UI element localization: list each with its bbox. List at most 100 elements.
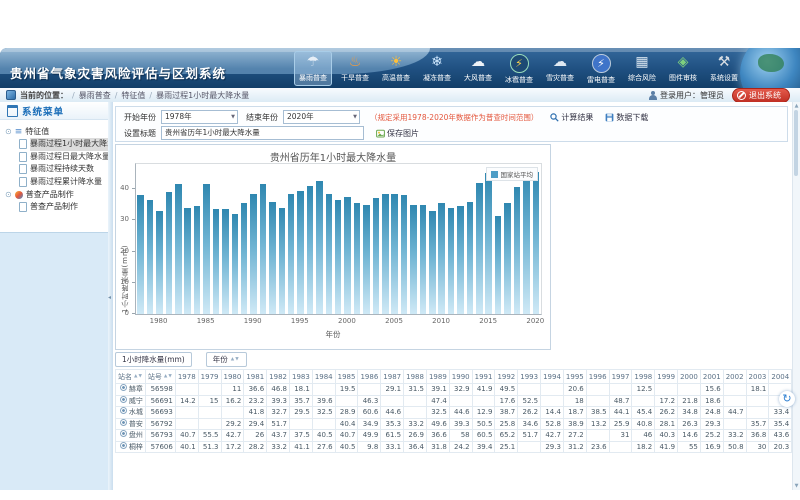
nav-item-system-settings[interactable]: ⚒系统设置 <box>706 51 742 86</box>
document-icon <box>19 152 27 162</box>
year-group-header[interactable]: 年份▲▼ <box>206 352 247 367</box>
vertical-scrollbar[interactable]: ▲ ▼ <box>792 102 800 490</box>
nav-item-high-temp[interactable]: ☀高温普查 <box>378 51 414 86</box>
year-header[interactable]: 2001 <box>700 370 723 384</box>
scroll-up-icon[interactable]: ▲ <box>793 103 800 109</box>
nav-item-rainstorm[interactable]: ☂暴雨普查 <box>294 51 332 86</box>
chart-panel: 贵州省历年1小时最大降水量 1小时降水量(mm) 010203040 19801… <box>115 144 551 350</box>
scrollbar-thumb[interactable] <box>794 110 798 176</box>
floating-refresh-icon[interactable]: ↻ <box>779 391 795 407</box>
year-header[interactable]: 1982 <box>267 370 290 384</box>
nav-item-hail[interactable]: ⚡冰雹普查 <box>501 51 537 86</box>
document-icon <box>19 139 27 149</box>
year-header[interactable]: 2004 <box>769 370 792 384</box>
station-radio-icon[interactable] <box>120 419 127 426</box>
sort-icons[interactable]: ▲▼ <box>231 357 240 362</box>
nav-item-lightning[interactable]: ⚡雷电普查 <box>583 51 619 86</box>
station-radio-icon[interactable] <box>120 430 127 437</box>
chart-bar <box>166 192 173 314</box>
year-header[interactable]: 1989 <box>426 370 449 384</box>
year-header[interactable]: 1988 <box>404 370 427 384</box>
year-header[interactable]: 1990 <box>449 370 472 384</box>
year-header[interactable]: 1979 <box>198 370 221 384</box>
logout-button[interactable]: 退出系统 <box>732 88 790 103</box>
tree-children: 普查产品制作 <box>5 201 108 214</box>
nav-item-gale[interactable]: ☁大风普查 <box>460 51 496 86</box>
nav-item-map-review[interactable]: ◈图件审核 <box>665 51 701 86</box>
station-radio-icon[interactable] <box>120 442 127 449</box>
data-download-button[interactable]: 数据下载 <box>605 112 648 123</box>
year-header[interactable]: 1986 <box>358 370 381 384</box>
year-header[interactable]: 1987 <box>381 370 404 384</box>
chart-title: 贵州省历年1小时最大降水量 <box>116 149 550 164</box>
nav-item-drought[interactable]: ♨干旱普查 <box>337 51 373 86</box>
year-header[interactable]: 1981 <box>244 370 267 384</box>
chart-bar-slot <box>352 164 361 314</box>
location-icon <box>6 90 16 100</box>
tree-group-2[interactable]: ⊙普查产品制作 <box>5 188 108 201</box>
chart-bar-slot <box>456 164 465 314</box>
splitter-collapse-icon[interactable]: ◂ <box>108 294 111 301</box>
chart-bar-slot <box>192 164 201 314</box>
year-header[interactable]: 2002 <box>723 370 746 384</box>
value-cell: 26 <box>244 430 267 442</box>
nav-item-freeze[interactable]: ❄凝冻普查 <box>419 51 455 86</box>
year-header[interactable]: 1978 <box>175 370 198 384</box>
sidebar-item[interactable]: 暴雨过程日最大降水量 <box>19 151 108 164</box>
chart-title-input[interactable]: 贵州省历年1小时最大降水量 <box>161 126 364 140</box>
year-header[interactable]: 1991 <box>472 370 495 384</box>
year-header[interactable]: 1980 <box>221 370 244 384</box>
sort-icons[interactable]: ▲▼ <box>134 374 143 379</box>
tree-group-1[interactable]: ⊙≡特征值 <box>5 125 108 138</box>
year-header[interactable]: 1997 <box>609 370 632 384</box>
sidebar-item[interactable]: 普查产品制作 <box>19 201 108 214</box>
station-radio-icon[interactable] <box>120 384 127 391</box>
hail-icon: ⚡ <box>510 54 529 73</box>
value-cell: 23.6 <box>586 441 609 453</box>
year-header[interactable]: 1983 <box>289 370 312 384</box>
value-cell <box>746 407 769 419</box>
station-name-header[interactable]: 站名▲▼ <box>116 370 146 384</box>
sidebar-item[interactable]: 暴雨过程持续天数 <box>19 163 108 176</box>
end-year-select[interactable]: 2020年 <box>283 110 360 124</box>
station-radio-icon[interactable] <box>120 407 127 414</box>
start-year-select[interactable]: 1978年 <box>161 110 238 124</box>
expander-icon[interactable]: ⊙ <box>5 125 12 138</box>
station-radio-icon[interactable] <box>120 396 127 403</box>
save-image-button[interactable]: 保存图片 <box>376 128 419 139</box>
year-header[interactable]: 1992 <box>495 370 518 384</box>
scroll-down-icon[interactable]: ▼ <box>793 483 800 489</box>
year-header[interactable]: 1998 <box>632 370 655 384</box>
year-header[interactable]: 2000 <box>678 370 701 384</box>
breadcrumb-part[interactable]: 特征值 <box>121 91 145 100</box>
chart-bar-slot <box>522 164 531 314</box>
value-cell: 40.3 <box>655 430 678 442</box>
expander-icon[interactable]: ⊙ <box>5 188 12 201</box>
year-header[interactable]: 1999 <box>655 370 678 384</box>
measure-header[interactable]: 1小时降水量(mm) <box>115 352 192 367</box>
year-header[interactable]: 1995 <box>563 370 586 384</box>
year-header[interactable]: 1985 <box>335 370 358 384</box>
nav-item-comprehensive-risk[interactable]: ▦综合风险 <box>624 51 660 86</box>
sort-icons[interactable]: ▲▼ <box>164 374 173 379</box>
year-header[interactable]: 1993 <box>518 370 541 384</box>
sidebar-item[interactable]: 暴雨过程累计降水量 <box>19 176 108 189</box>
value-cell: 51.7 <box>267 418 290 430</box>
nav-item-snow[interactable]: ☁雪灾普查 <box>542 51 578 86</box>
breadcrumb-part[interactable]: 暴雨过程1小时最大降水量 <box>156 91 249 100</box>
sidebar-item[interactable]: 暴雨过程1小时最大降水量 <box>19 138 108 151</box>
start-year-label: 开始年份 <box>124 112 156 123</box>
year-header[interactable]: 1994 <box>541 370 564 384</box>
value-cell: 49.5 <box>495 384 518 396</box>
value-cell: 34.9 <box>358 418 381 430</box>
year-header[interactable]: 1996 <box>586 370 609 384</box>
breadcrumb-part[interactable]: 暴雨普查 <box>79 91 111 100</box>
year-header[interactable]: 2003 <box>746 370 769 384</box>
year-header[interactable]: 1984 <box>312 370 335 384</box>
value-cell: 14.4 <box>541 407 564 419</box>
station-id-header[interactable]: 站号▲▼ <box>145 370 175 384</box>
x-tick-label: 1985 <box>191 317 221 325</box>
table-row: 水城5669341.832.729.532.528.960.644.632.54… <box>116 407 800 419</box>
calculate-button[interactable]: 计算结果 <box>550 112 593 123</box>
chart-bar <box>203 184 210 314</box>
